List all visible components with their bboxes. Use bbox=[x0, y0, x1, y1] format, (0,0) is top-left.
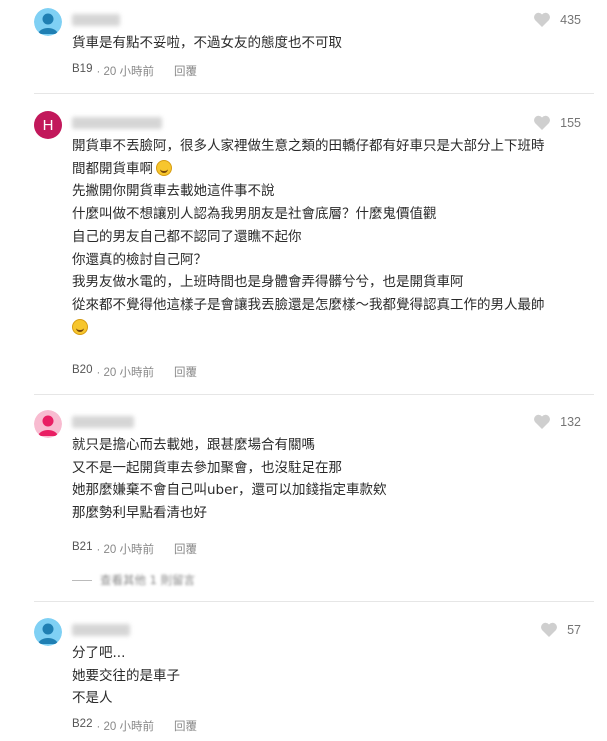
username[interactable] bbox=[72, 117, 162, 129]
person-icon bbox=[34, 8, 62, 36]
like-button[interactable]: 435 bbox=[533, 12, 581, 28]
comment-line: 就只是擔心而去載她，跟甚麼場合有關嗎 bbox=[72, 437, 315, 453]
comment-body: 貨車是有點不妥啦，不過女友的態度也不可取 bbox=[72, 32, 587, 55]
reply-button[interactable]: 回覆 bbox=[174, 364, 197, 380]
reply-button[interactable]: 回覆 bbox=[174, 63, 197, 79]
timestamp: · 20 小時前 bbox=[96, 544, 154, 556]
floor-number: B22 bbox=[72, 718, 93, 730]
divider bbox=[34, 93, 594, 94]
comment-line: 又不是一起開貨車去參加聚會，也沒駐足在那 bbox=[72, 459, 342, 476]
comment-line: 先撇開你開貨車去載她這件事不說 bbox=[72, 183, 275, 200]
comment-body: 分了吧... 她要交往的是車子 不是人 bbox=[72, 642, 587, 710]
person-icon bbox=[34, 618, 62, 646]
username[interactable] bbox=[72, 624, 130, 636]
person-icon bbox=[34, 410, 62, 438]
comment-line: 不是人 bbox=[72, 690, 113, 707]
like-count: 57 bbox=[567, 623, 581, 637]
comment-line: 我男友做水電的，上班時間也是身體會弄得髒兮兮，也是開貨車阿 bbox=[72, 274, 464, 291]
reply-button[interactable]: 回覆 bbox=[174, 541, 197, 557]
avatar[interactable] bbox=[34, 8, 62, 36]
comment-line: 間都開貨車啊 bbox=[72, 158, 587, 181]
laughing-emoji-icon bbox=[72, 318, 88, 335]
heart-icon bbox=[541, 622, 558, 637]
timestamp: · 20 小時前 bbox=[96, 367, 154, 379]
like-count: 132 bbox=[560, 415, 581, 429]
username[interactable] bbox=[72, 416, 134, 428]
like-button[interactable]: 57 bbox=[540, 622, 581, 638]
comment-text: 間都開貨車啊 bbox=[72, 160, 153, 177]
laughing-emoji-icon bbox=[156, 159, 172, 176]
like-count: 435 bbox=[560, 13, 581, 27]
like-button[interactable]: 155 bbox=[533, 115, 581, 131]
comment-line: 貨車是有點不妥啦，不過女友的態度也不可取 bbox=[72, 35, 342, 51]
timestamp: · 20 小時前 bbox=[96, 721, 154, 733]
floor-number: B21 bbox=[72, 541, 93, 553]
view-more-replies[interactable]: 查看其他 1 則留言 bbox=[72, 572, 195, 588]
comment-line: 什麼叫做不想讓別人認為我男朋友是社會底層？什麼鬼價值觀 bbox=[72, 206, 437, 223]
view-more-replies-label: 查看其他 1 則留言 bbox=[100, 573, 196, 587]
comment-meta: B21 · 20 小時前 回覆 bbox=[72, 541, 197, 557]
like-button[interactable]: 132 bbox=[533, 414, 581, 430]
divider-dash bbox=[72, 579, 92, 581]
comment-line: 她要交往的是車子 bbox=[72, 667, 180, 684]
comment-meta: B20 · 20 小時前 回覆 bbox=[72, 364, 197, 380]
divider bbox=[34, 394, 594, 395]
comment-line: 她那麼嫌棄不會自己叫uber，還可以加錢指定車款欸 bbox=[72, 482, 387, 499]
divider bbox=[34, 601, 594, 602]
comment-meta: B19 · 20 小時前 回覆 bbox=[72, 63, 197, 79]
comment-line: 開貨車不丟臉阿，很多人家裡做生意之類的田轎仔都有好車只是大部分上下班時 bbox=[72, 138, 545, 154]
comment-line bbox=[72, 317, 587, 340]
comment-meta: B22 · 20 小時前 回覆 bbox=[72, 718, 197, 734]
reply-button[interactable]: 回覆 bbox=[174, 718, 197, 734]
comment-line: 自己的男友自己都不認同了還瞧不起你 bbox=[72, 228, 302, 245]
timestamp: · 20 小時前 bbox=[96, 66, 154, 78]
comment-body: 就只是擔心而去載她，跟甚麼場合有關嗎 又不是一起開貨車去參加聚會，也沒駐足在那 … bbox=[72, 434, 587, 525]
avatar[interactable] bbox=[34, 618, 62, 646]
avatar-letter: H bbox=[42, 116, 54, 134]
floor-number: B20 bbox=[72, 364, 93, 376]
comment-line: 從來都不覺得他這樣子是會讓我丟臉還是怎麼樣～我都覺得認真工作的男人最帥 bbox=[72, 296, 545, 313]
comment-line: 那麼勢利早點看清也好 bbox=[72, 505, 207, 522]
comment-line: 分了吧... bbox=[72, 645, 126, 661]
heart-icon bbox=[534, 414, 551, 429]
comment-line: 你還真的檢討自己阿？ bbox=[72, 251, 207, 268]
heart-icon bbox=[534, 115, 551, 130]
avatar[interactable] bbox=[34, 410, 62, 438]
comment-body: 開貨車不丟臉阿，很多人家裡做生意之類的田轎仔都有好車只是大部分上下班時 間都開貨… bbox=[72, 135, 587, 339]
heart-icon bbox=[534, 12, 551, 27]
username[interactable] bbox=[72, 14, 120, 26]
floor-number: B19 bbox=[72, 63, 93, 75]
like-count: 155 bbox=[560, 116, 581, 130]
avatar[interactable]: H bbox=[34, 111, 62, 139]
